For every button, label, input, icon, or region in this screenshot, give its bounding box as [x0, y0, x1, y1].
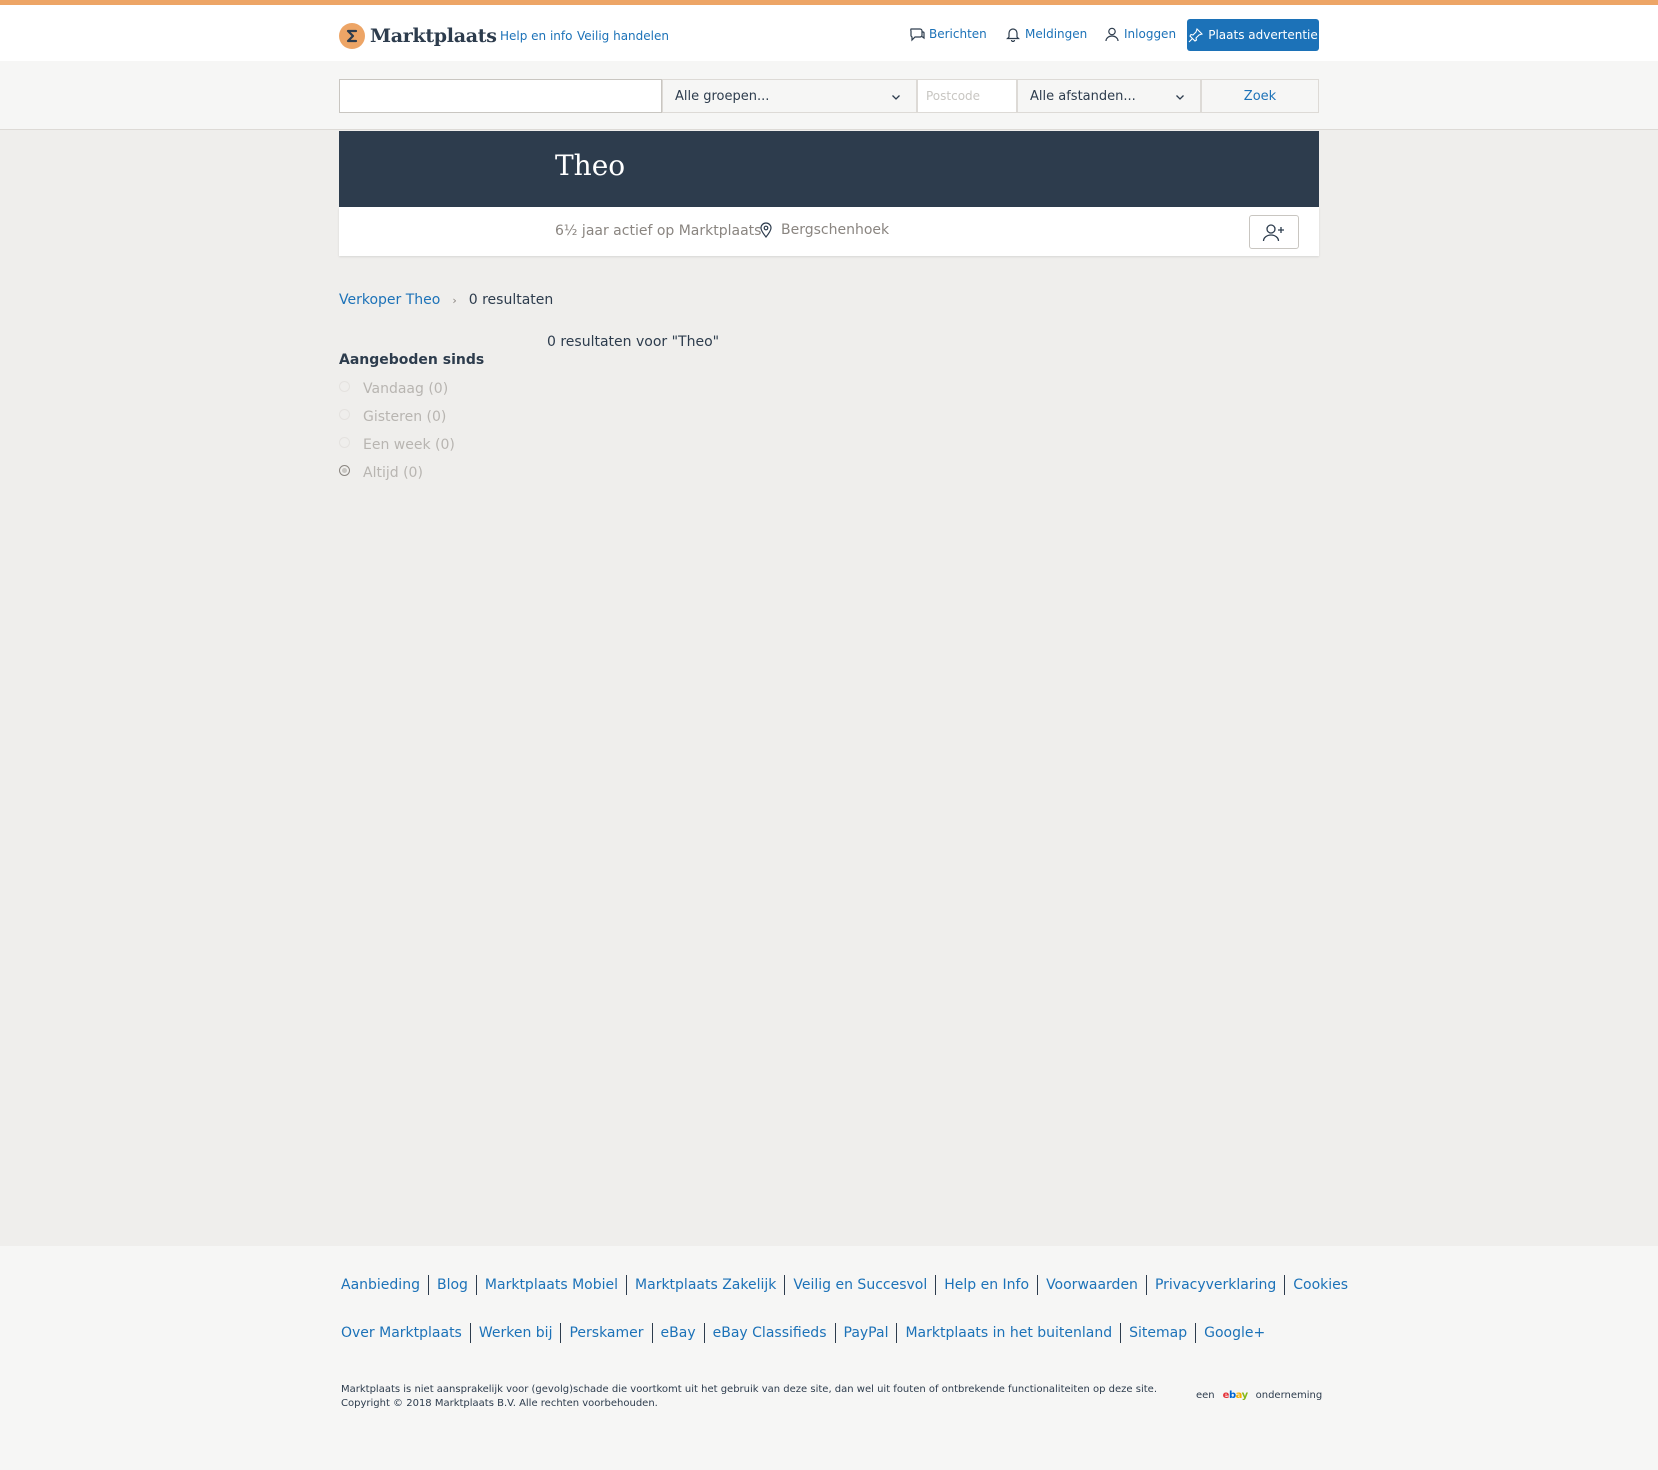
footer-link-ebay-classifieds[interactable]: eBay Classifieds: [703, 1323, 835, 1343]
footer-link-cookies[interactable]: Cookies: [1284, 1275, 1356, 1295]
user-icon: [1105, 27, 1119, 42]
logo-text: Marktplaats: [370, 25, 497, 47]
post-ad-button[interactable]: Plaats advertentie: [1187, 19, 1319, 51]
footer-links-secondary: Over Marktplaats Werken bij Perskamer eB…: [341, 1323, 1273, 1343]
pin-icon: [1188, 27, 1204, 42]
results-count: 0 resultaten voor "Theo": [547, 334, 720, 350]
footer-link-privacy[interactable]: Privacyverklaring: [1145, 1275, 1284, 1295]
footer-disclaimer: Marktplaats is niet aansprakelijk voor (…: [341, 1383, 1157, 1411]
footer-link-sitemap[interactable]: Sitemap: [1120, 1323, 1195, 1343]
help-info-link[interactable]: Help en info: [500, 29, 572, 43]
messages-label: Berichten: [929, 27, 987, 41]
notifications-link[interactable]: Meldingen: [1005, 26, 1087, 42]
ebay-company-note: een ebay onderneming: [1196, 1390, 1322, 1401]
profile-banner: Theo: [339, 131, 1319, 207]
footer-link-terms[interactable]: Voorwaarden: [1037, 1275, 1146, 1295]
footer-link-google-plus[interactable]: Google+: [1195, 1323, 1273, 1343]
radio-button[interactable]: [339, 380, 350, 392]
disclaimer-line: Marktplaats is niet aansprakelijk voor (…: [341, 1384, 1157, 1395]
chevron-down-icon: [1176, 95, 1184, 100]
marktplaats-logo[interactable]: Marktplaats: [339, 23, 497, 49]
messages-link[interactable]: Berichten: [909, 26, 987, 42]
ebay-suffix: onderneming: [1255, 1390, 1323, 1401]
distance-select[interactable]: Alle afstanden...: [1017, 79, 1201, 113]
footer-link-abroad[interactable]: Marktplaats in het buitenland: [896, 1323, 1120, 1343]
filter-option-label: Vandaag (0): [363, 381, 449, 397]
footer-link-ebay[interactable]: eBay: [651, 1323, 704, 1343]
filter-option-week[interactable]: Een week (0): [339, 436, 455, 453]
site-header: Marktplaats Help en info Veilig handelen…: [0, 5, 1658, 61]
breadcrumb-seller-link[interactable]: Verkoper Theo: [339, 292, 440, 308]
category-select[interactable]: Alle groepen...: [662, 79, 917, 113]
bell-icon: [1006, 28, 1020, 42]
filter-option-label: Altijd (0): [363, 465, 423, 481]
footer-link-safe[interactable]: Veilig en Succesvol: [784, 1275, 935, 1295]
notifications-label: Meldingen: [1025, 27, 1088, 41]
chevron-right-icon: ›: [452, 293, 457, 307]
filter-option-yesterday[interactable]: Gisteren (0): [339, 408, 447, 425]
radio-button-selected[interactable]: [339, 464, 350, 476]
search-input[interactable]: [339, 79, 662, 113]
postcode-input[interactable]: [917, 79, 1017, 113]
safe-trade-link[interactable]: Veilig handelen: [577, 29, 669, 43]
filter-title: Aangeboden sinds: [339, 352, 485, 368]
footer-link-blog[interactable]: Blog: [427, 1275, 476, 1295]
breadcrumb-current: 0 resultaten: [468, 292, 554, 308]
category-select-value: Alle groepen...: [675, 88, 770, 104]
location-label: Bergschenhoek: [781, 222, 890, 238]
active-since: 6½ jaar actief op Marktplaats: [555, 223, 762, 239]
radio-button[interactable]: [339, 436, 350, 448]
footer-link-jobs[interactable]: Werken bij: [469, 1323, 561, 1343]
filter-option-label: Gisteren (0): [363, 409, 447, 425]
breadcrumb: Verkoper Theo › 0 resultaten: [339, 292, 553, 308]
footer-link-business[interactable]: Marktplaats Zakelijk: [626, 1275, 784, 1295]
filter-option-label: Een week (0): [363, 437, 455, 453]
profile-info-bar: 6½ jaar actief op Marktplaats Bergschenh…: [339, 207, 1319, 256]
filter-option-always[interactable]: Altijd (0): [339, 464, 423, 481]
footer-link-aanbieding[interactable]: Aanbieding: [341, 1275, 428, 1295]
follow-seller-button[interactable]: [1249, 215, 1299, 249]
chevron-down-icon: [892, 95, 900, 100]
filter-option-today[interactable]: Vandaag (0): [339, 380, 449, 397]
seller-location: Bergschenhoek: [759, 222, 889, 238]
add-user-icon: [1262, 224, 1284, 242]
ebay-logo: ebay: [1222, 1390, 1248, 1401]
login-link[interactable]: Inloggen: [1104, 26, 1176, 42]
copyright-line: Copyright © 2018 Marktplaats B.V. Alle r…: [341, 1398, 658, 1409]
radio-button[interactable]: [339, 408, 350, 420]
footer-link-paypal[interactable]: PayPal: [834, 1323, 897, 1343]
chat-icon: [910, 28, 925, 42]
footer-link-about[interactable]: Over Marktplaats: [341, 1323, 470, 1343]
footer-link-mobile[interactable]: Marktplaats Mobiel: [475, 1275, 626, 1295]
footer-link-press[interactable]: Perskamer: [560, 1323, 651, 1343]
ebay-prefix: een: [1196, 1390, 1215, 1401]
marktplaats-logo-icon: [339, 23, 365, 49]
footer-link-help[interactable]: Help en Info: [935, 1275, 1037, 1295]
seller-name: Theo: [555, 149, 626, 182]
post-ad-label: Plaats advertentie: [1208, 28, 1318, 42]
login-label: Inloggen: [1124, 27, 1177, 41]
footer-links-primary: Aanbieding Blog Marktplaats Mobiel Markt…: [341, 1275, 1356, 1295]
location-pin-icon: [760, 222, 772, 238]
distance-select-value: Alle afstanden...: [1030, 88, 1136, 104]
search-button[interactable]: Zoek: [1201, 79, 1319, 113]
